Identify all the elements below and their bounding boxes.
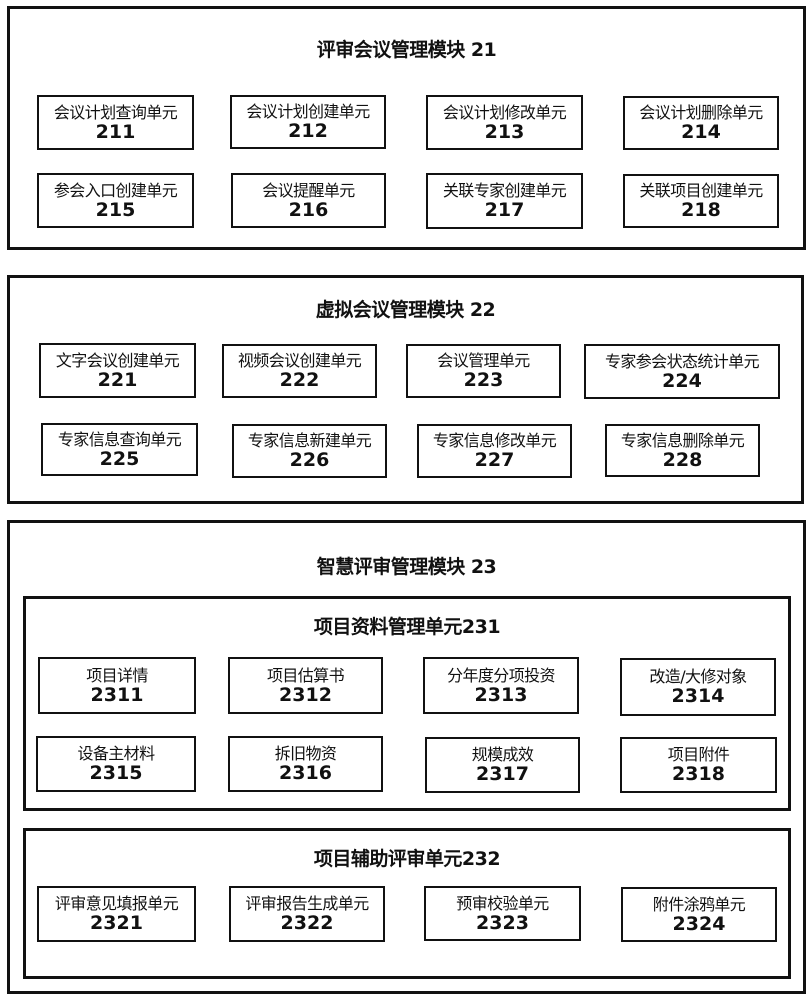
unit-code: 221: [97, 368, 138, 391]
module-title: 智慧评审管理模块 23: [316, 556, 497, 578]
unit-box: 会议计划查询单元 211: [37, 95, 194, 150]
unit-code: 215: [95, 198, 136, 221]
unit-code: 2324: [672, 912, 726, 935]
unit-box: 改造/大修对象 2314: [620, 658, 776, 716]
unit-box: 拆旧物资 2316: [228, 736, 383, 792]
unit-name: 拆旧物资: [274, 744, 337, 763]
unit-name: 会议计划删除单元: [639, 103, 763, 122]
unit-code: 2315: [89, 762, 143, 784]
unit-code: 211: [95, 120, 136, 143]
module-title: 评审会议管理模块 21: [316, 39, 497, 61]
unit-code: 216: [288, 198, 329, 221]
unit-group-title: 项目资料管理单元231: [313, 616, 501, 638]
unit-name: 分年度分项投资: [447, 665, 555, 685]
unit-name: 会议管理单元: [437, 351, 530, 370]
unit-box: 专家参会状态统计单元 224: [584, 344, 780, 399]
unit-name: 关联项目创建单元: [639, 181, 763, 200]
unit-code: 2321: [90, 912, 143, 934]
unit-code: 218: [681, 199, 721, 221]
unit-box: 评审意见填报单元 2321: [37, 886, 196, 942]
unit-name: 会议提醒单元: [262, 180, 355, 200]
unit-name: 专家信息修改单元: [432, 431, 557, 450]
unit-code: 222: [279, 369, 320, 391]
unit-name: 关联专家创建单元: [442, 181, 567, 200]
unit-name: 项目估算书: [266, 665, 345, 685]
unit-name: 专家信息查询单元: [57, 429, 182, 449]
unit-name: 会议计划创建单元: [246, 102, 370, 121]
unit-code: 225: [99, 447, 140, 470]
unit-name: 文字会议创建单元: [55, 350, 180, 370]
unit-code: 2314: [671, 685, 725, 707]
unit-name: 附件涂鸦单元: [652, 894, 746, 914]
unit-box: 设备主材料 2315: [36, 736, 196, 792]
unit-name: 视频会议创建单元: [237, 351, 362, 370]
unit-code: 217: [484, 199, 525, 221]
unit-name: 会议计划查询单元: [53, 102, 178, 122]
unit-name: 项目附件: [667, 745, 730, 764]
unit-box: 会议计划创建单元 212: [230, 95, 386, 149]
unit-name: 专家信息新建单元: [247, 431, 372, 450]
unit-code: 227: [474, 449, 515, 471]
unit-box: 会议计划删除单元 214: [623, 96, 779, 150]
unit-code: 2318: [672, 763, 725, 785]
unit-box: 视频会议创建单元 222: [222, 344, 377, 398]
unit-name: 改造/大修对象: [649, 667, 747, 686]
unit-code: 226: [289, 449, 330, 471]
unit-name: 预审校验单元: [456, 893, 549, 913]
unit-code: 2323: [476, 911, 529, 934]
unit-name: 项目详情: [86, 665, 148, 685]
unit-box: 专家信息查询单元 225: [41, 423, 198, 476]
module-title: 虚拟会议管理模块 22: [315, 299, 496, 321]
unit-box: 评审报告生成单元 2322: [229, 886, 385, 942]
unit-box: 专家信息修改单元 227: [417, 424, 572, 478]
unit-name: 会议计划修改单元: [442, 102, 567, 122]
unit-box: 参会入口创建单元 215: [37, 173, 194, 228]
unit-box: 项目附件 2318: [620, 737, 777, 793]
unit-box: 项目详情 2311: [38, 657, 196, 714]
unit-name: 专家参会状态统计单元: [604, 351, 760, 371]
unit-name: 评审意见填报单元: [54, 894, 179, 913]
unit-box: 会议计划修改单元 213: [426, 95, 583, 150]
unit-name: 专家信息删除单元: [620, 430, 745, 450]
unit-box: 文字会议创建单元 221: [39, 343, 196, 398]
unit-name: 评审报告生成单元: [245, 894, 369, 913]
unit-code: 2316: [279, 762, 332, 784]
unit-code: 228: [662, 448, 703, 471]
unit-code: 2311: [90, 683, 144, 706]
unit-code: 224: [662, 369, 702, 392]
unit-box: 关联项目创建单元 218: [623, 174, 779, 228]
unit-box: 专家信息新建单元 226: [232, 424, 387, 478]
unit-code: 2313: [474, 683, 528, 706]
unit-code: 2317: [476, 763, 529, 785]
unit-box: 会议管理单元 223: [406, 344, 561, 398]
unit-name: 设备主材料: [77, 744, 155, 763]
unit-code: 212: [288, 120, 328, 142]
unit-box: 预审校验单元 2323: [424, 886, 581, 941]
unit-box: 专家信息删除单元 228: [605, 424, 760, 477]
unit-code: 223: [463, 369, 504, 391]
unit-code: 214: [681, 121, 721, 143]
unit-box: 规模成效 2317: [425, 737, 580, 793]
unit-code: 2312: [279, 683, 332, 706]
unit-group-title: 项目辅助评审单元232: [313, 848, 501, 870]
unit-name: 参会入口创建单元: [53, 180, 178, 200]
unit-box: 项目估算书 2312: [228, 657, 383, 714]
unit-box: 分年度分项投资 2313: [423, 657, 579, 714]
unit-name: 规模成效: [471, 745, 534, 764]
unit-code: 2322: [280, 912, 334, 934]
unit-code: 213: [484, 120, 525, 143]
unit-box: 关联专家创建单元 217: [426, 173, 583, 229]
unit-box: 附件涂鸦单元 2324: [621, 887, 777, 942]
unit-box: 会议提醒单元 216: [231, 173, 386, 228]
